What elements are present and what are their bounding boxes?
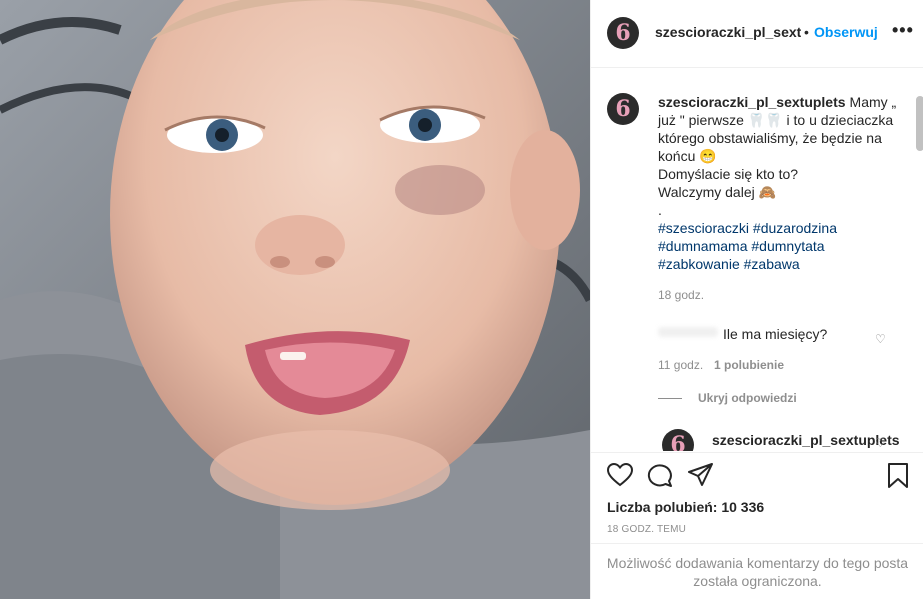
more-options-icon[interactable]: ••• xyxy=(892,20,914,41)
caption-timestamp[interactable]: 18 godz. xyxy=(658,288,704,302)
reply-like-heart-icon[interactable]: ♡ xyxy=(875,436,886,450)
caption-line-4: . xyxy=(658,202,662,218)
comments-limited-notice: Możliwość dodawania komentarzy do tego p… xyxy=(591,543,923,601)
hashtag-link[interactable]: #zabkowanie xyxy=(658,256,740,272)
hashtag-link[interactable]: #dumnamama xyxy=(658,238,748,254)
caption-username[interactable]: szescioraczki_pl_sextuplets xyxy=(658,94,846,110)
hashtag-link[interactable]: #zabawa xyxy=(744,256,800,272)
heart-icon[interactable] xyxy=(606,462,634,492)
hashtag-link[interactable]: #szescioraczki xyxy=(658,220,749,236)
avatar[interactable]: 6 xyxy=(607,93,639,125)
reply-username[interactable]: szescioraczki_pl_sextuplets xyxy=(712,432,900,448)
post-caption: szescioraczki_pl_sextuplets Mamy „ już " … xyxy=(658,93,908,273)
bookmark-icon[interactable] xyxy=(887,463,909,494)
comment-timestamp[interactable]: 11 godz. xyxy=(658,358,703,372)
caption-line-2: Domyślacie się kto to? xyxy=(658,166,799,182)
post-header: 6 szescioraczki_pl_sextuplets • Obserwuj… xyxy=(591,0,923,68)
separator-dot: • xyxy=(804,24,809,40)
comment-icon[interactable] xyxy=(647,463,673,492)
post-side-panel: 6 szescioraczki_pl_sextuplets • Obserwuj… xyxy=(590,0,923,599)
avatar[interactable]: 6 xyxy=(662,429,694,451)
avatar-logo: 6 xyxy=(670,432,686,451)
caption-line-3: Walczymy dalej 🙈 xyxy=(658,184,777,200)
hashtag-link[interactable]: #duzarodzina xyxy=(753,220,837,236)
comment-like-count[interactable]: 1 polubienie xyxy=(714,358,784,372)
post-actions: Liczba polubień: 10 336 18 GODZ. TEMU Mo… xyxy=(591,452,923,600)
likes-count[interactable]: Liczba polubień: 10 336 xyxy=(607,499,764,515)
instagram-post-modal: 6 szescioraczki_pl_sextuplets • Obserwuj… xyxy=(0,0,923,599)
scrollbar[interactable] xyxy=(916,96,923,151)
post-timestamp[interactable]: 18 GODZ. TEMU xyxy=(607,524,686,535)
post-photo[interactable] xyxy=(0,0,590,599)
comments-limited-text: Możliwość dodawania komentarzy do tego p… xyxy=(606,555,909,589)
avatar[interactable]: 6 xyxy=(607,17,639,49)
follow-button[interactable]: Obserwuj xyxy=(814,24,878,40)
hashtag-link[interactable]: #dumnytata xyxy=(751,238,824,254)
comment-like-heart-icon[interactable]: ♡ xyxy=(875,332,886,346)
comments-section[interactable]: 6 szescioraczki_pl_sextuplets Mamy „ już … xyxy=(591,68,923,451)
blurred-username xyxy=(658,327,718,337)
avatar-logo: 6 xyxy=(615,20,631,46)
baby-photo-image xyxy=(0,0,590,599)
hide-replies-button[interactable]: Ukryj odpowiedzi xyxy=(698,391,797,405)
share-icon[interactable] xyxy=(688,463,714,492)
comment-text: Ile ma miesięcy? xyxy=(723,326,828,342)
replies-divider xyxy=(658,398,682,399)
avatar-logo: 6 xyxy=(615,96,631,122)
header-username[interactable]: szescioraczki_pl_sextuplets xyxy=(655,24,801,40)
